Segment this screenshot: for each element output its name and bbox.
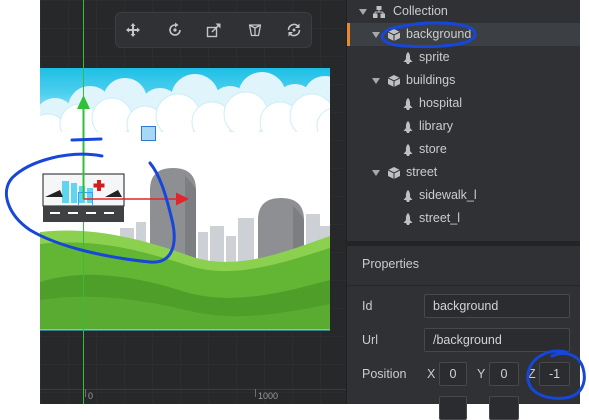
outline-item-label: street_l <box>419 211 460 225</box>
component-icon <box>402 52 414 64</box>
outline-item-label: sidewalk_l <box>419 188 477 202</box>
scene-canvas[interactable]: 0 1000 <box>40 0 346 404</box>
expand-arrow-icon[interactable] <box>372 32 380 38</box>
outline-item-street-l[interactable]: street_l <box>347 207 580 230</box>
outline-item-hospital[interactable]: hospital <box>347 92 580 115</box>
outline-item-label: background <box>406 27 472 41</box>
divider <box>347 285 580 286</box>
outline-item-sidewalk-l[interactable]: sidewalk_l <box>347 184 580 207</box>
position-y-label: Y <box>477 367 486 381</box>
url-field[interactable] <box>424 328 570 352</box>
perspective-icon[interactable] <box>247 22 263 38</box>
outline-item-label: store <box>419 142 447 156</box>
outline-item-label: street <box>406 165 438 179</box>
properties-title: Properties <box>362 257 419 271</box>
component-icon <box>402 98 414 110</box>
outline-item-sprite[interactable]: sprite <box>347 46 580 69</box>
properties-panel: Properties Id Url Position X Y Z <box>346 246 580 420</box>
refresh-icon[interactable] <box>286 22 302 38</box>
expand-arrow-icon[interactable] <box>372 170 380 176</box>
scene-toolbar <box>115 12 312 48</box>
ruler-label-0: 0 <box>88 391 93 401</box>
position-z-label: Z <box>528 367 536 381</box>
outline-item-label: library <box>419 119 454 133</box>
outline-item-library[interactable]: library <box>347 115 580 138</box>
outline-item-label: buildings <box>406 73 456 87</box>
component-icon <box>402 144 414 156</box>
outline-item-store[interactable]: store <box>347 138 580 161</box>
outline-panel: Collection background sprite buildings h… <box>346 0 580 241</box>
collection-icon <box>373 6 385 18</box>
scene-view[interactable]: 0 1000 <box>40 0 346 404</box>
rotate-icon[interactable] <box>167 22 183 38</box>
position-z-field[interactable] <box>539 362 570 386</box>
ruler-label-1000: 1000 <box>258 391 278 401</box>
position-y-field[interactable] <box>489 362 519 386</box>
gizmo-plane-handle[interactable] <box>141 126 156 141</box>
game-object-icon <box>387 29 401 41</box>
outline-item-label: sprite <box>419 50 450 64</box>
expand-arrow-icon[interactable] <box>359 9 367 15</box>
position-label: Position <box>362 367 407 381</box>
position-x-field[interactable] <box>439 362 467 386</box>
outline-item-background[interactable]: background <box>347 23 580 46</box>
outline-item-label: hospital <box>419 96 463 110</box>
next-row-field-2[interactable] <box>489 396 519 420</box>
position-x-label: X <box>427 367 436 381</box>
component-icon <box>402 190 414 202</box>
outline-item-buildings[interactable]: buildings <box>347 69 580 92</box>
id-field[interactable] <box>424 294 570 318</box>
outline-item-street[interactable]: street <box>347 161 580 184</box>
game-object-icon <box>387 167 401 179</box>
url-label: Url <box>362 333 378 347</box>
outline-item-label: Collection <box>393 4 448 18</box>
next-row-field-1[interactable] <box>439 396 467 420</box>
component-icon <box>402 121 414 133</box>
id-label: Id <box>362 299 373 313</box>
expand-arrow-icon[interactable] <box>372 78 380 84</box>
component-icon <box>402 213 414 225</box>
scale-icon[interactable] <box>206 22 222 38</box>
move-icon[interactable] <box>125 22 141 38</box>
game-object-icon <box>387 75 401 87</box>
outline-item-collection[interactable]: Collection <box>347 0 580 23</box>
